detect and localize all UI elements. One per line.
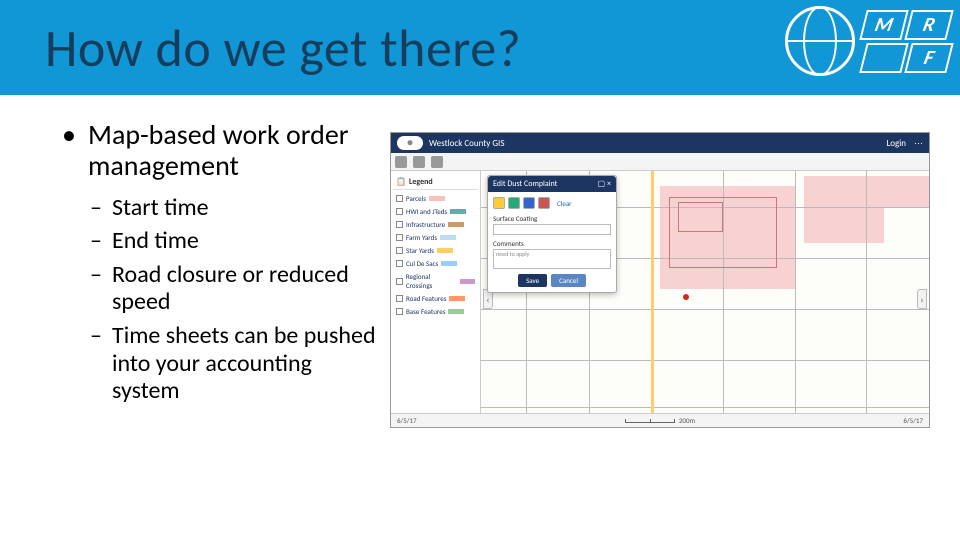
tool-icon-2[interactable]	[413, 156, 425, 168]
scale-bar-icon	[625, 419, 675, 423]
swatch-icon	[450, 209, 466, 214]
field-comments: Comments need to apply	[493, 239, 611, 269]
swatch-icon	[448, 309, 464, 314]
subdivision-roads	[678, 202, 723, 233]
title-bar: How do we get there? M R F	[0, 0, 960, 95]
slide: How do we get there? M R F Map-based wor…	[0, 0, 960, 540]
parcel-overlay	[884, 176, 929, 207]
main-road	[651, 171, 654, 427]
slide-title: How do we get there?	[0, 16, 521, 80]
sidebar-title: 📋 Legend	[393, 175, 478, 190]
tool-icon-1[interactable]	[395, 156, 407, 168]
mrf-cell-f: F	[904, 43, 953, 73]
layer-item-1[interactable]: HWI and JTeds	[393, 205, 478, 218]
mrf-cell-r: R	[904, 10, 953, 40]
scale-label: 200m	[679, 416, 695, 425]
content-area: Map-based work order management Start ti…	[0, 95, 960, 428]
dialog-buttons: Save Cancel	[493, 274, 611, 287]
parcel-overlay	[804, 176, 885, 243]
checkbox-icon[interactable]	[396, 308, 403, 315]
layer-item-7[interactable]: Road Features	[393, 292, 478, 305]
footer-left-date: 6/5/17	[397, 416, 417, 425]
checkbox-icon[interactable]	[396, 247, 403, 254]
save-button[interactable]: Save	[518, 274, 547, 287]
checkbox-icon[interactable]	[396, 234, 403, 241]
layer-item-0[interactable]: Parcels	[393, 192, 478, 205]
map-nav-right[interactable]: ›	[917, 289, 927, 309]
footer-right-date: 6/5/17	[903, 416, 923, 425]
swatch-icon	[429, 196, 445, 201]
checkbox-icon[interactable]	[396, 195, 403, 202]
layer-item-5[interactable]: Cul De Sacs	[393, 257, 478, 270]
app-header: ⬤ Westlock County GIS Login ⋯	[391, 133, 929, 153]
clear-link[interactable]: Clear	[557, 199, 572, 208]
app-toolbar	[391, 153, 929, 171]
draw-tool-1[interactable]	[493, 197, 505, 209]
bullet-level2-1: Start time	[90, 194, 380, 222]
swatch-icon	[441, 261, 457, 266]
layer-item-4[interactable]: Star Yards	[393, 244, 478, 257]
logo-area: M R F	[785, 6, 950, 76]
dialog-tool-row: Clear	[493, 197, 611, 209]
swatch-icon	[460, 279, 475, 284]
checkbox-icon[interactable]	[396, 208, 403, 215]
checkbox-icon[interactable]	[396, 278, 403, 285]
dialog-title: Edit Dust Complaint	[493, 179, 557, 189]
swatch-icon	[437, 248, 453, 253]
app-footer: 6/5/17 200m 6/5/17	[391, 413, 929, 427]
dialog-collapse-icon[interactable]: ▢ ×	[598, 179, 611, 189]
checkbox-icon[interactable]	[396, 295, 403, 302]
app-body: 📋 Legend Parcels HWI and JTeds Infrastru…	[391, 171, 929, 427]
dialog-body: Clear Surface Coating Comments need to a…	[488, 192, 616, 292]
layer-item-2[interactable]: Infrastructure	[393, 218, 478, 231]
field-label: Surface Coating	[493, 214, 611, 223]
bullet-level1: Map-based work order management	[60, 120, 380, 182]
mrf-logo: M R F	[863, 10, 950, 73]
field-surface-coating: Surface Coating	[493, 214, 611, 235]
bullet-level2-4: Time sheets can be pushed into your acco…	[90, 322, 380, 405]
globe-icon	[785, 6, 855, 76]
login-link[interactable]: Login	[886, 138, 906, 149]
legend-icon: 📋	[396, 177, 406, 187]
field-label: Comments	[493, 239, 611, 248]
bullet-level2-2: End time	[90, 227, 380, 255]
tool-icon-3[interactable]	[431, 156, 443, 168]
swatch-icon	[440, 235, 456, 240]
cancel-button[interactable]: Cancel	[551, 274, 586, 287]
layer-item-8[interactable]: Base Features	[393, 305, 478, 318]
checkbox-icon[interactable]	[396, 260, 403, 267]
draw-tool-4[interactable]	[538, 197, 550, 209]
map-app-screenshot: ⬤ Westlock County GIS Login ⋯ 📋 Legend P…	[390, 132, 930, 428]
map-marker-icon[interactable]	[683, 294, 689, 300]
surface-coating-input[interactable]	[493, 224, 611, 235]
dialog-title-bar: Edit Dust Complaint ▢ ×	[488, 176, 616, 192]
swatch-icon	[449, 296, 465, 301]
mrf-cell-blank	[859, 43, 908, 73]
app-logo-icon: ⬤	[397, 136, 423, 150]
text-column: Map-based work order management Start ti…	[60, 120, 380, 428]
edit-dialog: Edit Dust Complaint ▢ × Clear Surface Co…	[487, 175, 617, 293]
draw-tool-3[interactable]	[523, 197, 535, 209]
layer-item-6[interactable]: Regional Crossings	[393, 270, 478, 292]
comments-input[interactable]: need to apply	[493, 249, 611, 269]
mrf-cell-m: M	[859, 10, 908, 40]
checkbox-icon[interactable]	[396, 221, 403, 228]
draw-tool-2[interactable]	[508, 197, 520, 209]
bullet-level2-3: Road closure or reduced speed	[90, 261, 380, 316]
swatch-icon	[448, 222, 464, 227]
layers-sidebar: 📋 Legend Parcels HWI and JTeds Infrastru…	[391, 171, 481, 427]
layer-item-3[interactable]: Farm Yards	[393, 231, 478, 244]
app-title: Westlock County GIS	[429, 138, 504, 149]
header-menu-icon[interactable]: ⋯	[914, 138, 923, 149]
